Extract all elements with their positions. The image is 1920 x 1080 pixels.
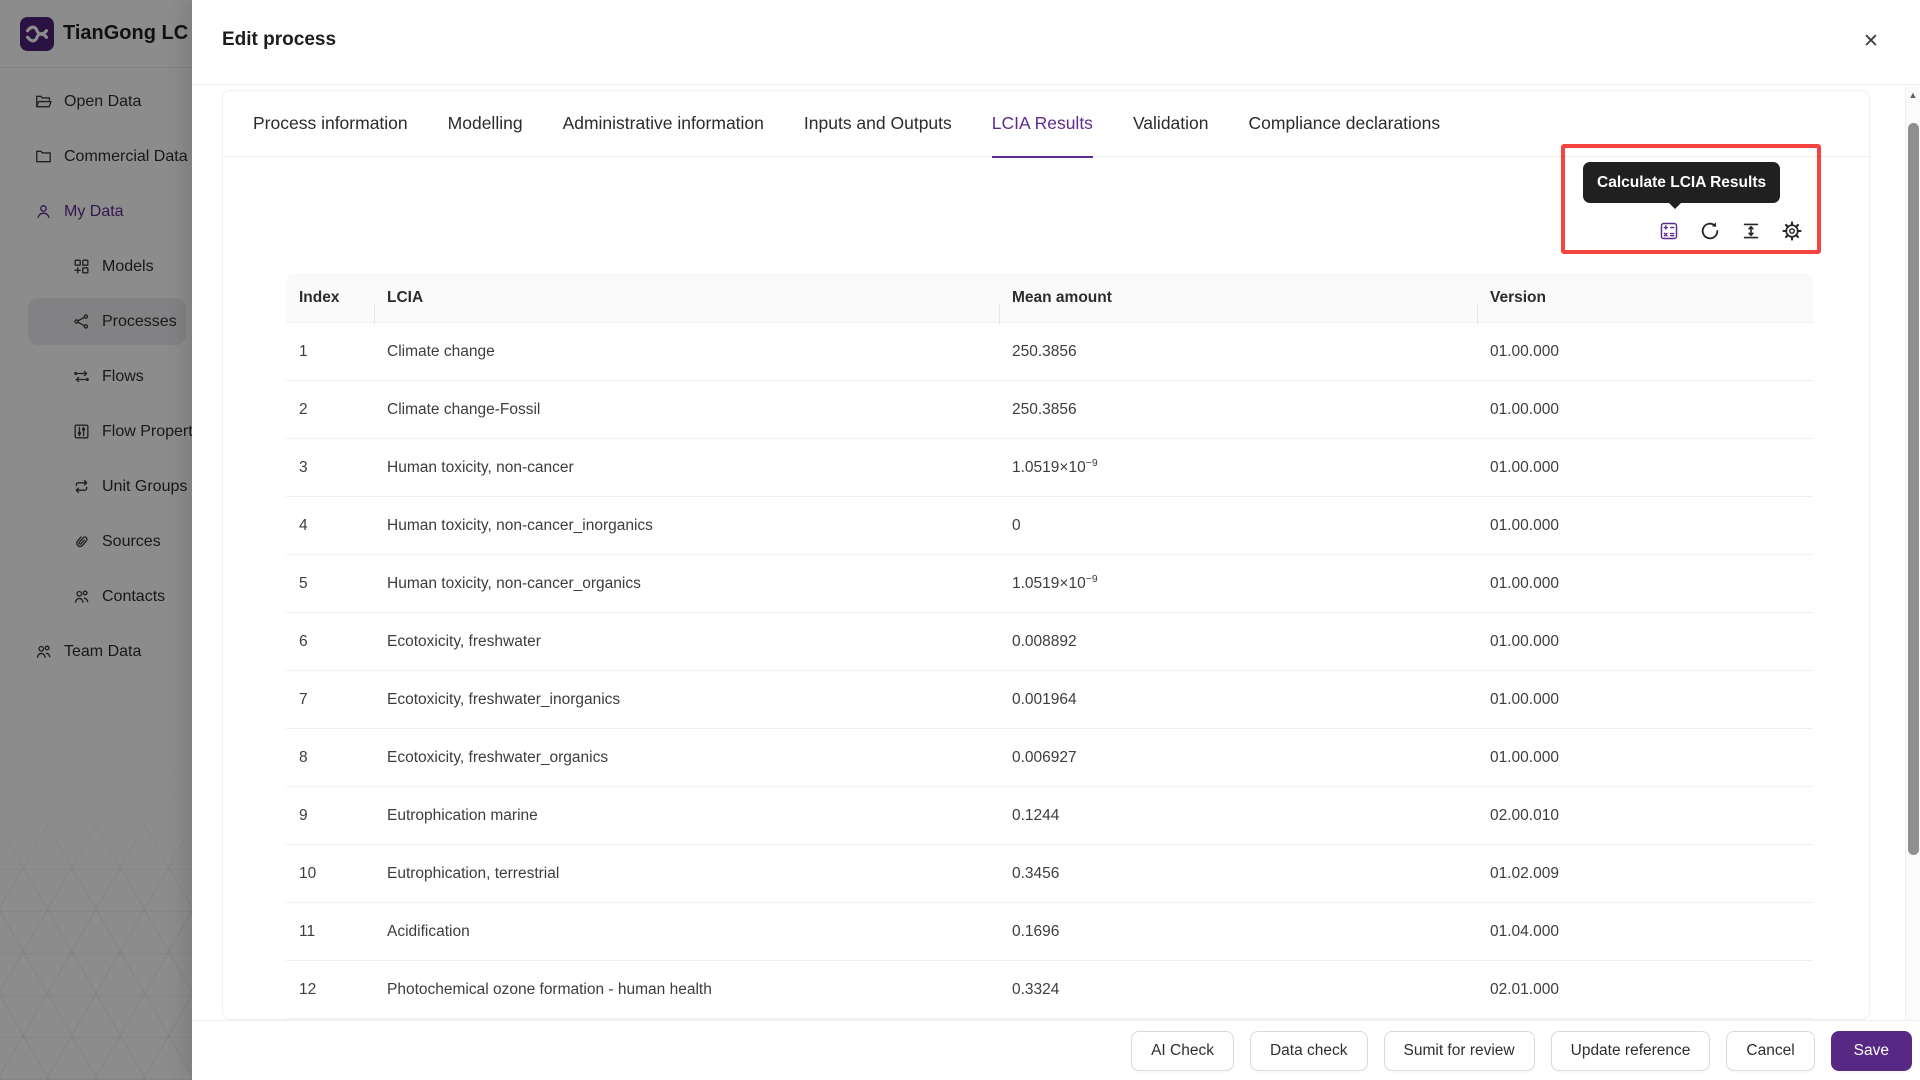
screen: TianGong LC Open DataCommercial DataMy D…: [0, 0, 1920, 1080]
cancel-button[interactable]: Cancel: [1726, 1031, 1814, 1071]
footer-buttons: AI Check Data check Sumit for review Update…: [1131, 1031, 1912, 1071]
cell-version: 01.00.000: [1477, 691, 1813, 709]
cell-version: 01.00.000: [1477, 343, 1813, 361]
close-icon[interactable]: ✕: [1854, 24, 1888, 58]
cell-lcia: Photochemical ozone formation - human he…: [374, 981, 999, 999]
tab-inputs-and-outputs[interactable]: Inputs and Outputs: [804, 91, 952, 157]
column-header-version: Version: [1477, 289, 1813, 307]
text-height-icon[interactable]: [1740, 220, 1762, 242]
cell-index: 10: [286, 865, 374, 883]
lcia-results-table: IndexLCIAMean amountVersion 1Climate cha…: [286, 273, 1813, 1019]
tab-process-information[interactable]: Process information: [253, 91, 408, 157]
ai-check-button[interactable]: AI Check: [1131, 1031, 1234, 1071]
cell-lcia: Human toxicity, non-cancer_inorganics: [374, 517, 999, 535]
cell-lcia: Climate change-Fossil: [374, 401, 999, 419]
table-row: 2Climate change-Fossil250.385601.00.000: [286, 381, 1813, 439]
cell-index: 11: [286, 923, 374, 941]
tab-lcia-results[interactable]: LCIA Results: [992, 91, 1093, 157]
modal-title: Edit process: [222, 29, 336, 51]
table-row: 12Photochemical ozone formation - human …: [286, 961, 1813, 1019]
cell-lcia: Human toxicity, non-cancer: [374, 459, 999, 477]
cell-mean-amount: 0.1244: [999, 807, 1477, 825]
cell-lcia: Human toxicity, non-cancer_organics: [374, 575, 999, 593]
cell-version: 01.00.000: [1477, 749, 1813, 767]
cell-index: 1: [286, 343, 374, 361]
sumit-for-review-button[interactable]: Sumit for review: [1384, 1031, 1535, 1071]
cell-version: 01.00.000: [1477, 633, 1813, 651]
cell-mean-amount: 250.3856: [999, 401, 1477, 419]
cell-mean-amount: 0: [999, 517, 1477, 535]
tab-bar: Process information Modelling Administrati…: [223, 91, 1869, 157]
table-header-row: IndexLCIAMean amountVersion: [286, 273, 1813, 323]
cell-index: 8: [286, 749, 374, 767]
tab-compliance-declarations[interactable]: Compliance declarations: [1249, 91, 1441, 157]
table-row: 7Ecotoxicity, freshwater_inorganics0.001…: [286, 671, 1813, 729]
modal-header: Edit process ✕: [192, 0, 1920, 85]
save-button[interactable]: Save: [1831, 1031, 1912, 1071]
scrollbar-thumb[interactable]: [1908, 123, 1919, 855]
tab-validation[interactable]: Validation: [1133, 91, 1209, 157]
cell-mean-amount: 0.006927: [999, 749, 1477, 767]
table-row: 11Acidification0.169601.04.000: [286, 903, 1813, 961]
column-header-lcia: LCIA: [374, 289, 999, 307]
update-reference-button[interactable]: Update reference: [1551, 1031, 1711, 1071]
table-row: 6Ecotoxicity, freshwater0.00889201.00.00…: [286, 613, 1813, 671]
cell-version: 01.00.000: [1477, 459, 1813, 477]
cell-index: 2: [286, 401, 374, 419]
cell-mean-amount: 1.0519×10−9: [999, 573, 1477, 593]
cell-lcia: Ecotoxicity, freshwater_inorganics: [374, 691, 999, 709]
cell-version: 01.04.000: [1477, 923, 1813, 941]
cell-lcia: Ecotoxicity, freshwater: [374, 633, 999, 651]
lcia-toolbar: [1658, 220, 1803, 242]
table-row: 5Human toxicity, non-cancer_organics1.05…: [286, 555, 1813, 613]
cell-mean-amount: 0.3324: [999, 981, 1477, 999]
table-row: 8Ecotoxicity, freshwater_organics0.00692…: [286, 729, 1813, 787]
cell-version: 01.00.000: [1477, 401, 1813, 419]
cell-version: 01.00.000: [1477, 517, 1813, 535]
cell-mean-amount: 0.3456: [999, 865, 1477, 883]
refresh-icon[interactable]: [1699, 220, 1721, 242]
tab-modelling[interactable]: Modelling: [448, 91, 523, 157]
scrollbar-up-arrow[interactable]: ▲: [1906, 90, 1920, 100]
cell-index: 4: [286, 517, 374, 535]
cell-index: 7: [286, 691, 374, 709]
scrollbar-track[interactable]: ▲: [1905, 85, 1920, 1020]
cell-index: 3: [286, 459, 374, 477]
cell-lcia: Eutrophication, terrestrial: [374, 865, 999, 883]
cell-lcia: Acidification: [374, 923, 999, 941]
column-header-index: Index: [286, 289, 374, 307]
cell-index: 5: [286, 575, 374, 593]
table-row: 3Human toxicity, non-cancer1.0519×10−901…: [286, 439, 1813, 497]
cell-index: 12: [286, 981, 374, 999]
cell-index: 6: [286, 633, 374, 651]
tabs-card: Process information Modelling Administrati…: [222, 90, 1870, 1020]
calculator-icon[interactable]: [1658, 220, 1680, 242]
tab-administrative-information[interactable]: Administrative information: [563, 91, 764, 157]
cell-mean-amount: 250.3856: [999, 343, 1477, 361]
cell-index: 9: [286, 807, 374, 825]
cell-mean-amount: 0.001964: [999, 691, 1477, 709]
cell-version: 01.02.009: [1477, 865, 1813, 883]
cell-version: 01.00.000: [1477, 575, 1813, 593]
table-body: 1Climate change250.385601.00.0002Climate…: [286, 323, 1813, 1019]
cell-lcia: Ecotoxicity, freshwater_organics: [374, 749, 999, 767]
cell-lcia: Eutrophication marine: [374, 807, 999, 825]
data-check-button[interactable]: Data check: [1250, 1031, 1368, 1071]
table-row: 1Climate change250.385601.00.000: [286, 323, 1813, 381]
edit-process-modal: Edit process ✕ Process information Modell…: [192, 0, 1920, 1080]
cell-mean-amount: 1.0519×10−9: [999, 457, 1477, 477]
column-header-mean-amount: Mean amount: [999, 289, 1477, 307]
modal-footer: AI Check Data check Sumit for review Update…: [192, 1020, 1920, 1080]
cell-version: 02.01.000: [1477, 981, 1813, 999]
cell-lcia: Climate change: [374, 343, 999, 361]
table-row: 9Eutrophication marine0.124402.00.010: [286, 787, 1813, 845]
cell-mean-amount: 0.1696: [999, 923, 1477, 941]
settings-icon[interactable]: [1781, 220, 1803, 242]
table-row: 10Eutrophication, terrestrial0.345601.02…: [286, 845, 1813, 903]
calculate-lcia-tooltip: Calculate LCIA Results: [1583, 162, 1780, 203]
cell-version: 02.00.010: [1477, 807, 1813, 825]
table-row: 4Human toxicity, non-cancer_inorganics00…: [286, 497, 1813, 555]
cell-mean-amount: 0.008892: [999, 633, 1477, 651]
